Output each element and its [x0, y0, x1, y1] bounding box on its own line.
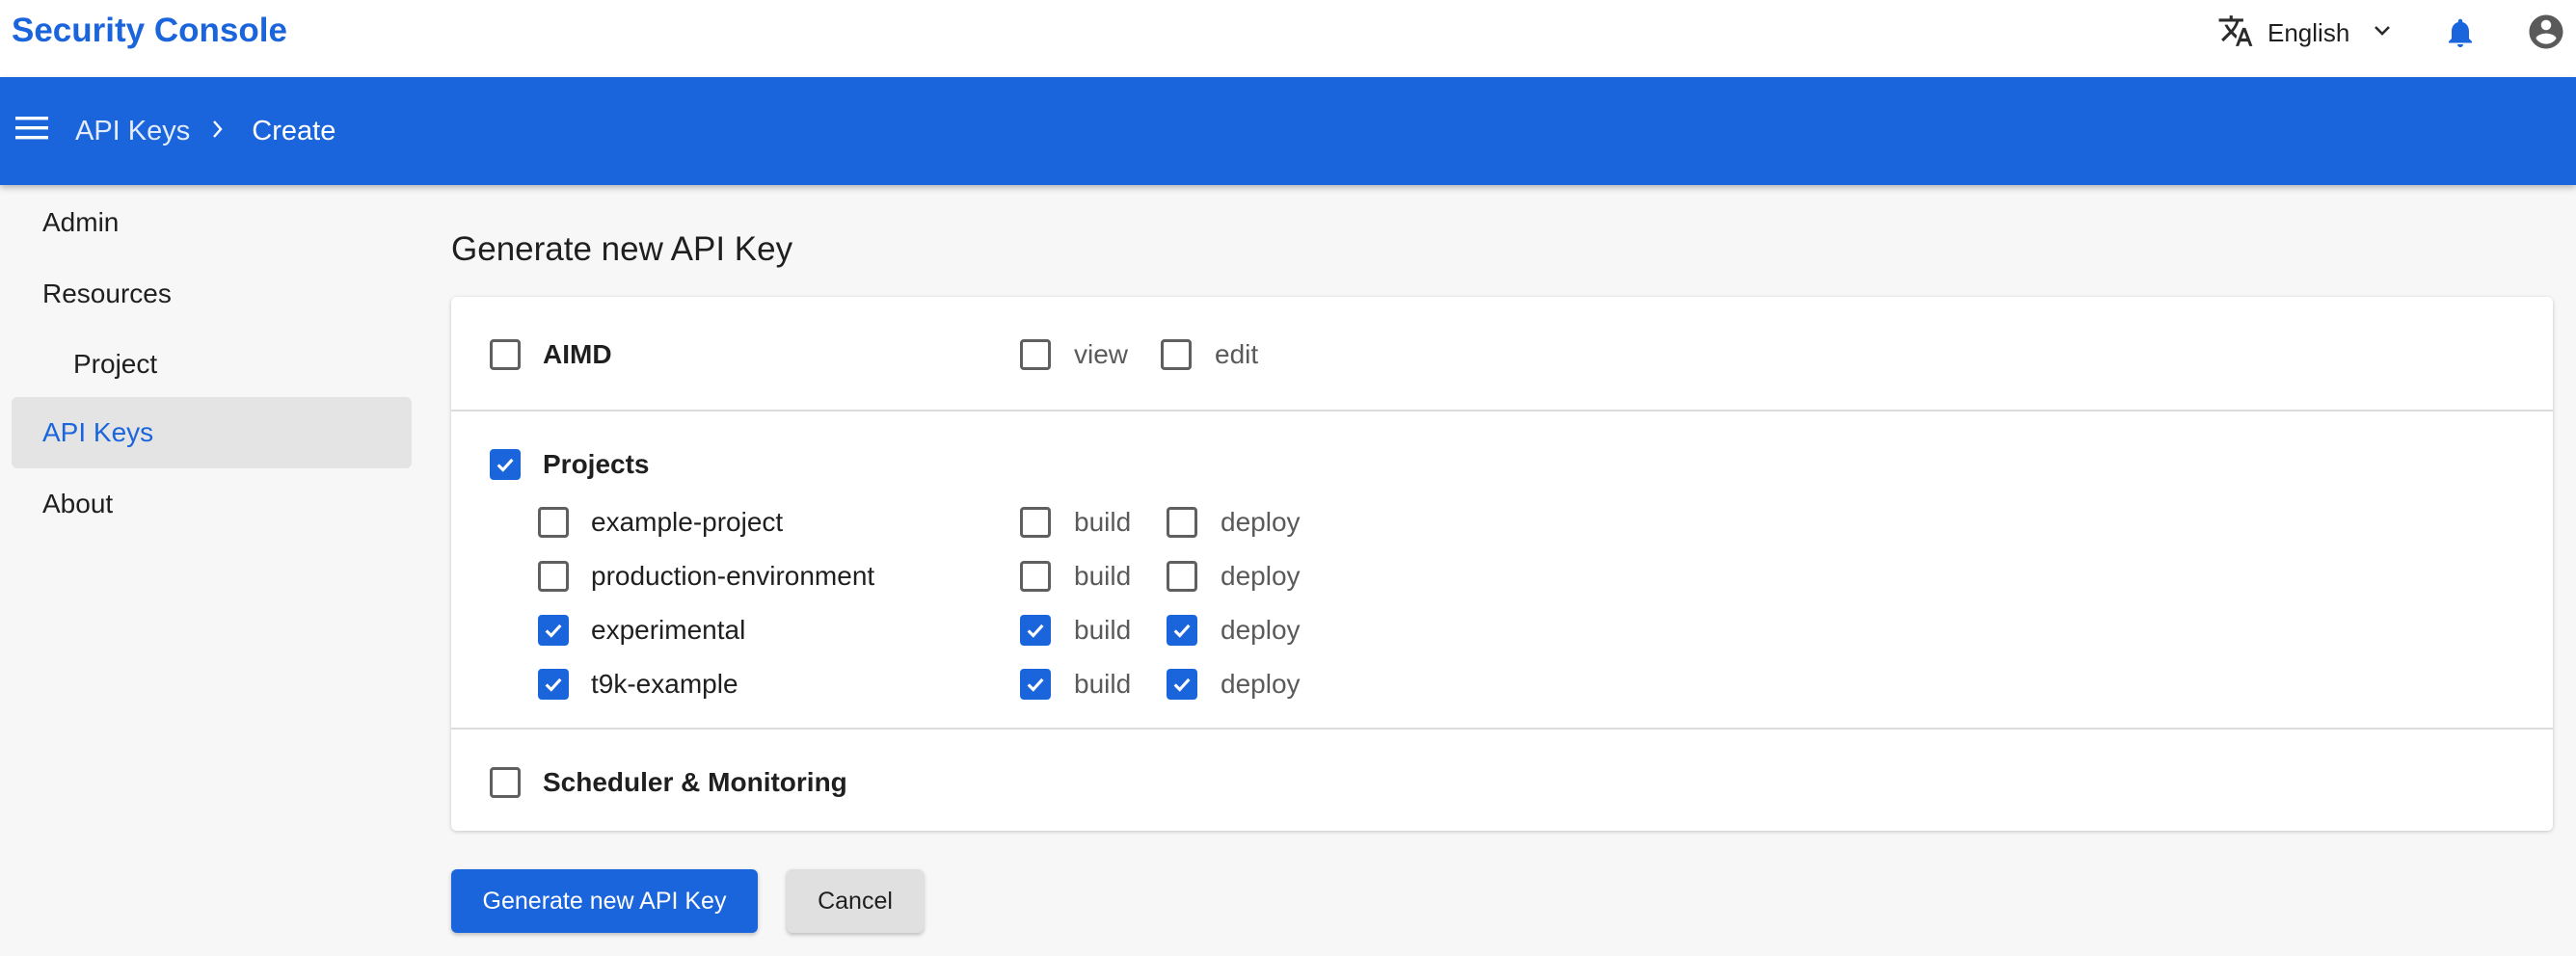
sidebar-item-admin[interactable]: Admin: [12, 187, 412, 258]
chevron-right-icon: [211, 112, 225, 150]
aimd-edit-checkbox[interactable]: [1161, 339, 1192, 370]
section-divider: [451, 410, 2553, 412]
sidebar-item-project[interactable]: Project: [12, 329, 412, 400]
sidebar-item-api-keys[interactable]: API Keys: [12, 397, 412, 468]
project-label-example-project: example-project: [591, 507, 784, 537]
cancel-button[interactable]: Cancel: [787, 869, 924, 933]
experimental-build-label: build: [1074, 615, 1132, 645]
aimd-label: AIMD: [543, 339, 612, 369]
project-checkbox-experimental[interactable]: [538, 615, 569, 646]
hamburger-menu-icon[interactable]: [15, 114, 48, 147]
section-divider: [451, 728, 2553, 730]
scheduler-monitoring-label: Scheduler & Monitoring: [543, 767, 847, 797]
projects-checkbox[interactable]: [490, 449, 521, 480]
scheduler-monitoring-checkbox[interactable]: [490, 767, 521, 798]
t9k-example-build-checkbox[interactable]: [1020, 669, 1051, 700]
example-project-build-checkbox[interactable]: [1020, 507, 1051, 538]
t9k-example-deploy-checkbox[interactable]: [1167, 669, 1197, 700]
example-project-deploy-label: deploy: [1221, 507, 1301, 537]
project-checkbox-t9k-example[interactable]: [538, 669, 569, 700]
t9k-example-build-label: build: [1074, 669, 1132, 699]
permissions-card: AIMD view edit Projects example-project …: [451, 297, 2553, 831]
generate-api-key-button[interactable]: Generate new API Key: [451, 869, 758, 933]
projects-label: Projects: [543, 449, 650, 479]
page-title: Generate new API Key: [451, 230, 793, 268]
production-environment-deploy-checkbox[interactable]: [1167, 561, 1197, 592]
project-label-experimental: experimental: [591, 615, 746, 645]
t9k-example-deploy-label: deploy: [1221, 669, 1301, 699]
top-app-bar: Security Console English: [0, 0, 2576, 77]
project-checkbox-example-project[interactable]: [538, 507, 569, 538]
breadcrumb-create: Create: [252, 116, 336, 146]
aimd-edit-label: edit: [1215, 339, 1259, 369]
bell-icon[interactable]: [2443, 13, 2478, 57]
language-selector[interactable]: English: [2217, 12, 2394, 54]
aimd-view-checkbox[interactable]: [1020, 339, 1051, 370]
app-title[interactable]: Security Console: [12, 10, 287, 52]
project-label-production-environment: production-environment: [591, 561, 875, 591]
experimental-build-checkbox[interactable]: [1020, 615, 1051, 646]
project-checkbox-production-environment[interactable]: [538, 561, 569, 592]
breadcrumb: API Keys Create: [75, 112, 335, 150]
sidebar-item-about[interactable]: About: [12, 468, 412, 540]
production-environment-build-label: build: [1074, 561, 1132, 591]
sidebar-item-resources[interactable]: Resources: [12, 258, 412, 330]
aimd-checkbox[interactable]: [490, 339, 521, 370]
example-project-deploy-checkbox[interactable]: [1167, 507, 1197, 538]
language-label: English: [2267, 17, 2350, 47]
production-environment-build-checkbox[interactable]: [1020, 561, 1051, 592]
translate-icon: [2217, 13, 2254, 54]
account-circle-icon[interactable]: [2526, 12, 2566, 57]
experimental-deploy-label: deploy: [1221, 615, 1301, 645]
example-project-build-label: build: [1074, 507, 1132, 537]
breadcrumb-api-keys[interactable]: API Keys: [75, 112, 190, 150]
production-environment-deploy-label: deploy: [1221, 561, 1301, 591]
page-header-bar: API Keys Create: [0, 77, 2576, 185]
chevron-down-icon[interactable]: [2371, 19, 2394, 47]
aimd-view-label: view: [1074, 339, 1129, 369]
experimental-deploy-checkbox[interactable]: [1167, 615, 1197, 646]
project-label-t9k-example: t9k-example: [591, 669, 738, 699]
